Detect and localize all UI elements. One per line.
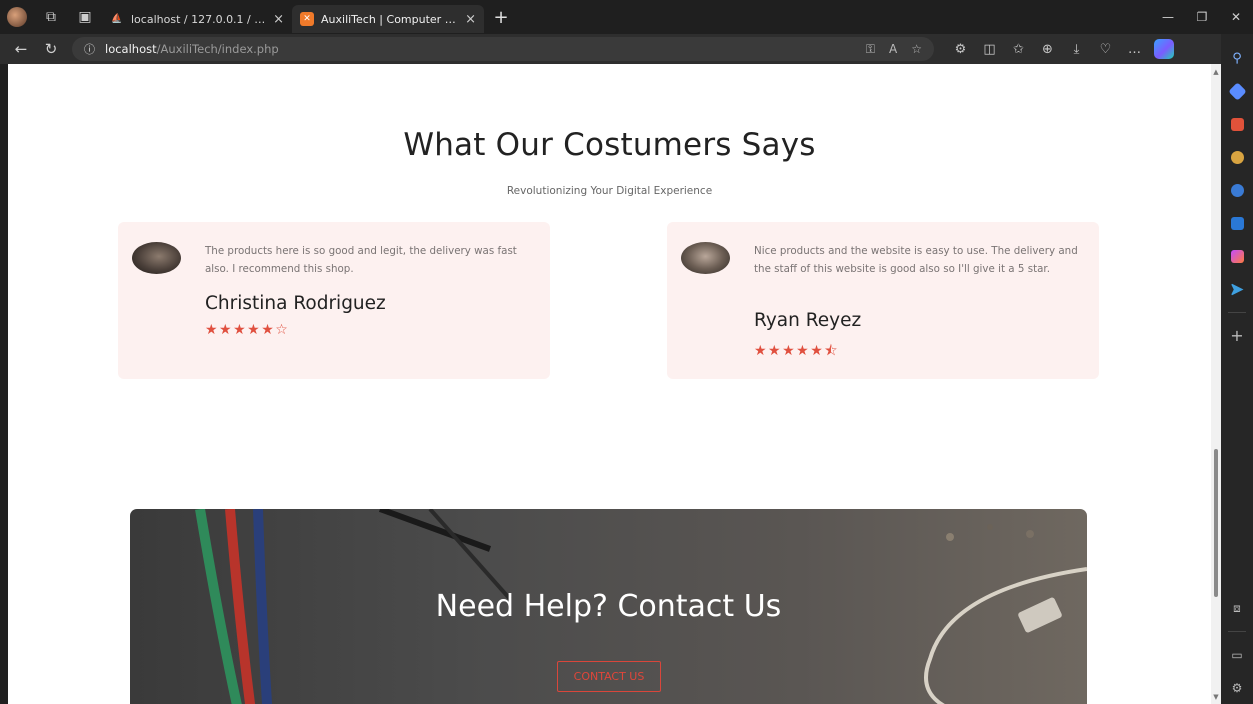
designer-icon[interactable] [1221,240,1253,273]
testimonial-card: The products here is so good and legit, … [118,222,550,379]
url-input[interactable]: ⓘ localhost/AuxiliTech/index.php ⚿ A ☆ [72,37,934,61]
testimonial-quote: The products here is so good and legit, … [205,245,517,275]
scroll-up-icon[interactable]: ▲ [1212,68,1220,76]
favorite-star-icon[interactable]: ☆ [911,42,922,57]
sidebar-bottom: ⧈ ▭ ⚙ [1221,592,1253,704]
testimonial-card: Nice products and the website is easy to… [667,222,1099,379]
toolbar: ⚙ ◫ ✩ ⊕ ⤓ ♡ … [946,34,1178,64]
tab-strip: ⧉ ▣ ⛵ localhost / 127.0.0.1 / auxilitech… [0,0,1253,34]
tab-title: AuxiliTech | Computer Shop [321,12,460,26]
add-sidebar-app-icon[interactable]: + [1221,319,1253,352]
profile-button[interactable] [0,0,34,34]
contact-title: Need Help? Contact Us [435,589,782,624]
edge-sidebar: ⚲ + ⧈ ▭ ⚙ [1221,34,1253,704]
testimonials-title: What Our Costumers Says [403,127,816,163]
games-icon[interactable] [1221,141,1253,174]
hide-sidebar-icon[interactable]: ▭ [1221,638,1253,671]
address-bar-row: ← ↻ ⓘ localhost/AuxiliTech/index.php ⚿ A… [0,34,1253,64]
xampp-icon: ✕ [300,12,314,26]
back-icon[interactable]: ← [6,34,36,64]
outlook-icon[interactable] [1221,207,1253,240]
settings-gear-icon[interactable]: ⚙ [1221,671,1253,704]
restore-icon[interactable]: ❐ [1185,0,1219,34]
contact-banner: Need Help? Contact Us CONTACT US [130,509,1087,704]
extensions-icon[interactable]: ⚙ [946,34,975,64]
split-screen-icon[interactable]: ◫ [975,34,1004,64]
downloads-icon[interactable]: ⤓ [1062,34,1091,64]
screenshot-icon[interactable]: ⧈ [1221,592,1253,625]
site-info-icon[interactable]: ⓘ [84,41,95,57]
sidebar-divider [1228,312,1246,313]
shopping-tag-icon[interactable] [1221,75,1253,108]
new-tab-button[interactable]: + [488,4,514,30]
scroll-thumb[interactable] [1214,449,1218,597]
avatar [7,7,27,27]
tab-actions-icon[interactable]: ▣ [68,0,102,34]
scroll-down-icon[interactable]: ▼ [1212,693,1220,701]
send-icon[interactable] [1221,273,1253,306]
copilot-icon[interactable] [1149,34,1178,64]
page-viewport: What Our Costumers Says Revolutionizing … [8,64,1211,704]
more-menu-icon[interactable]: … [1120,34,1149,64]
url-host: localhost [105,42,157,56]
minimize-icon[interactable]: — [1151,0,1185,34]
customer-name: Christina Rodriguez [205,293,386,314]
close-icon[interactable]: × [465,12,476,27]
star-rating: ★★★★★☆ [205,322,290,338]
tab-title: localhost / 127.0.0.1 / auxilitech [131,12,268,26]
phpmyadmin-icon: ⛵ [111,14,123,24]
testimonial-quote: Nice products and the website is easy to… [754,245,1078,275]
customer-name: Ryan Reyez [754,310,862,331]
key-icon[interactable]: ⚿ [866,42,875,57]
star-rating: ★★★★★⯪ [754,343,840,359]
tab-phpmyadmin[interactable]: ⛵ localhost / 127.0.0.1 / auxilitech × [102,5,292,33]
close-window-icon[interactable]: ✕ [1219,0,1253,34]
performance-icon[interactable]: ♡ [1091,34,1120,64]
omnibox-actions: ⚿ A ☆ [866,42,934,57]
search-icon[interactable]: ⚲ [1221,42,1253,75]
customer-avatar [681,242,730,274]
tools-icon[interactable] [1221,108,1253,141]
collections-icon[interactable]: ⊕ [1033,34,1062,64]
page-scrollbar[interactable]: ▲ ▼ [1211,64,1221,704]
sidebar-divider [1228,631,1246,632]
url-path: /AuxiliTech/index.php [156,42,279,56]
refresh-icon[interactable]: ↻ [36,34,66,64]
workspaces-icon[interactable]: ⧉ [34,0,68,34]
customer-avatar [132,242,181,274]
microsoft-365-icon[interactable] [1221,174,1253,207]
contact-us-button[interactable]: CONTACT US [557,661,661,692]
close-icon[interactable]: × [273,12,284,27]
window-controls: — ❐ ✕ [1151,0,1253,34]
testimonials-subtitle: Revolutionizing Your Digital Experience [506,185,713,197]
favorites-icon[interactable]: ✩ [1004,34,1033,64]
read-aloud-icon[interactable]: A [889,42,897,57]
tab-auxilitech[interactable]: ✕ AuxiliTech | Computer Shop × [292,5,484,33]
